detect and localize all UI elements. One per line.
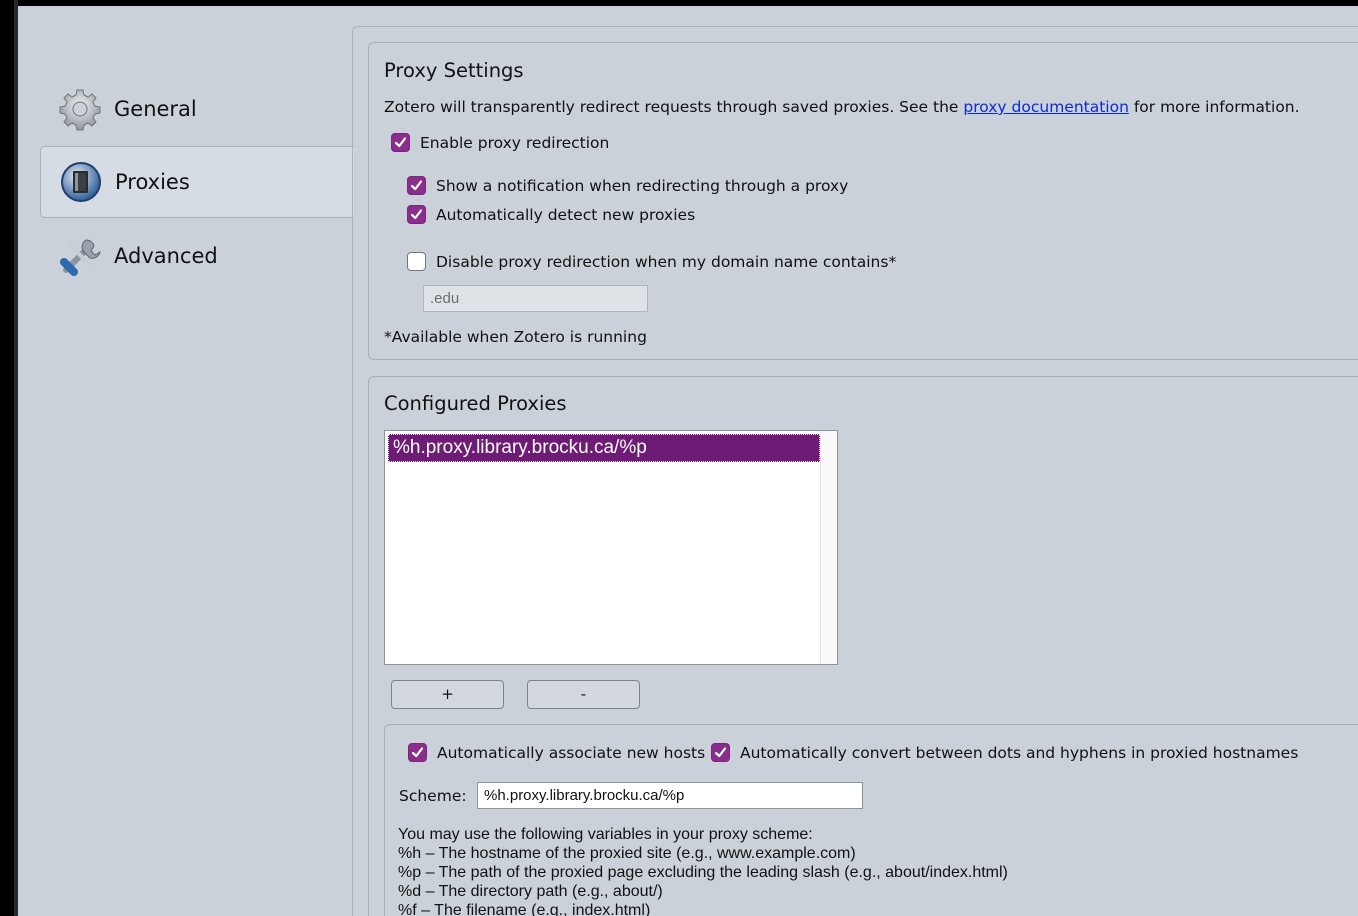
checkbox-checked-icon[interactable] <box>407 176 426 195</box>
sidebar-item-advanced[interactable]: Advanced <box>40 220 354 292</box>
sidebar-item-proxies[interactable]: Proxies <box>40 146 354 218</box>
checkbox-label: Show a notification when redirecting thr… <box>436 176 849 195</box>
proxy-documentation-link[interactable]: proxy documentation <box>963 98 1129 116</box>
list-scrollbar[interactable] <box>820 431 837 664</box>
description-text-after: for more information. <box>1128 98 1300 116</box>
checkbox-label: Automatically convert between dots and h… <box>740 743 1299 762</box>
gear-icon <box>59 89 101 131</box>
proxy-icon <box>61 162 101 202</box>
domain-contains-field[interactable] <box>423 285 648 312</box>
checkbox-label: Automatically associate new hosts <box>437 743 706 762</box>
auto-convert-hyphens-checkbox[interactable]: Automatically convert between dots and h… <box>711 743 1298 762</box>
checkbox-checked-icon[interactable] <box>407 205 426 224</box>
auto-detect-proxies-checkbox[interactable]: Automatically detect new proxies <box>407 205 695 224</box>
scheme-field[interactable] <box>477 782 863 809</box>
scheme-label: Scheme: <box>399 787 467 805</box>
availability-footnote: *Available when Zotero is running <box>384 328 647 346</box>
enable-proxy-redirection-checkbox[interactable]: Enable proxy redirection <box>391 133 609 152</box>
checkbox-checked-icon[interactable] <box>711 743 730 762</box>
checkbox-label: Disable proxy redirection when my domain… <box>436 252 897 271</box>
proxy-settings-title: Proxy Settings <box>384 59 524 82</box>
variable-line: %p – The path of the proxied page exclud… <box>398 864 1008 881</box>
auto-associate-hosts-checkbox[interactable]: Automatically associate new hosts <box>408 743 705 762</box>
add-proxy-button[interactable]: + <box>391 680 504 709</box>
variable-line: %h – The hostname of the proxied site (e… <box>398 845 856 862</box>
variable-line: %f – The filename (e.g., index.html) <box>398 902 651 916</box>
checkbox-checked-icon[interactable] <box>391 133 410 152</box>
preferences-window: General Proxies Advanced Proxy Settings … <box>18 6 1358 916</box>
configured-proxies-title: Configured Proxies <box>384 392 567 415</box>
variable-line: %d – The directory path (e.g., about/) <box>398 883 663 900</box>
show-notification-checkbox[interactable]: Show a notification when redirecting thr… <box>407 176 848 195</box>
disable-domain-checkbox[interactable]: Disable proxy redirection when my domain… <box>407 252 896 271</box>
description-text: Zotero will transparently redirect reque… <box>384 98 964 116</box>
variables-intro: You may use the following variables in y… <box>398 826 813 843</box>
list-item[interactable]: %h.proxy.library.brocku.ca/%p <box>388 434 820 462</box>
sidebar-item-label: General <box>114 97 197 121</box>
checkbox-checked-icon[interactable] <box>408 743 427 762</box>
sidebar-item-label: Advanced <box>114 244 218 268</box>
sidebar-item-general[interactable]: General <box>40 73 354 145</box>
sidebar-item-label: Proxies <box>115 170 190 194</box>
proxy-settings-group: Proxy Settings Zotero will transparently… <box>368 42 1358 360</box>
sidebar: General Proxies Advanced <box>18 6 354 916</box>
proxy-list[interactable]: %h.proxy.library.brocku.ca/%p <box>384 430 838 665</box>
proxy-settings-description: Zotero will transparently redirect reque… <box>384 98 1300 116</box>
checkbox-label: Enable proxy redirection <box>420 133 610 152</box>
checkbox-unchecked-icon[interactable] <box>407 252 426 271</box>
tools-icon <box>60 239 101 276</box>
checkbox-label: Automatically detect new proxies <box>436 205 696 224</box>
variables-help: You may use the following variables in y… <box>398 825 1008 916</box>
remove-proxy-button[interactable]: - <box>527 680 640 709</box>
